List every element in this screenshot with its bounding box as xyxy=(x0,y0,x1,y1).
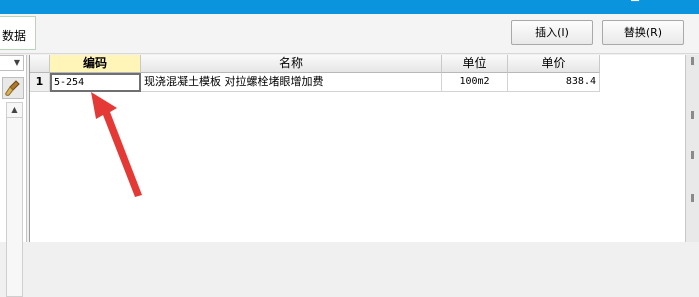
scroll-tick xyxy=(691,57,694,65)
tab-data[interactable]: 数据 xyxy=(0,16,36,50)
chevron-down-icon: ▼ xyxy=(13,58,20,67)
minimize-icon[interactable]: ─ xyxy=(625,0,645,10)
scroll-up-icon[interactable]: ▲ xyxy=(7,103,22,118)
header-name[interactable]: 名称 xyxy=(141,55,442,73)
row-number: 1 xyxy=(30,73,50,92)
replace-button[interactable]: 替换(R) xyxy=(602,20,684,45)
brush-icon[interactable] xyxy=(2,77,24,99)
insert-button[interactable]: 插入(I) xyxy=(511,20,593,45)
scroll-tick xyxy=(691,111,694,119)
name-cell[interactable]: 现浇混凝土模板 对拉螺栓堵眼增加费 xyxy=(141,73,442,92)
scroll-tick xyxy=(691,194,694,202)
header-unit[interactable]: 单位 xyxy=(442,55,508,73)
vertical-scrollbar[interactable]: ▲ xyxy=(6,102,23,297)
header-code[interactable]: 编码 xyxy=(50,55,141,73)
title-bar: ─ xyxy=(0,0,699,14)
results-table: 编码 名称 单位 单价 1 5-254 现浇混凝土模板 对拉螺栓堵眼增加费 10… xyxy=(29,55,686,242)
toolbar: 数据 插入(I) 替换(R) xyxy=(0,14,699,54)
dropdown-toggle[interactable]: ▼ xyxy=(0,55,24,71)
header-rownum xyxy=(30,55,50,73)
header-price[interactable]: 单价 xyxy=(508,55,600,73)
price-cell[interactable]: 838.4 xyxy=(508,73,600,92)
tab-data-label: 数据 xyxy=(2,29,27,43)
unit-cell[interactable]: 100m2 xyxy=(442,73,508,92)
left-panel: ▼ ▲ xyxy=(0,55,27,297)
right-scrollbar[interactable] xyxy=(685,55,699,242)
scroll-tick xyxy=(691,151,694,159)
code-cell[interactable]: 5-254 xyxy=(50,73,141,92)
